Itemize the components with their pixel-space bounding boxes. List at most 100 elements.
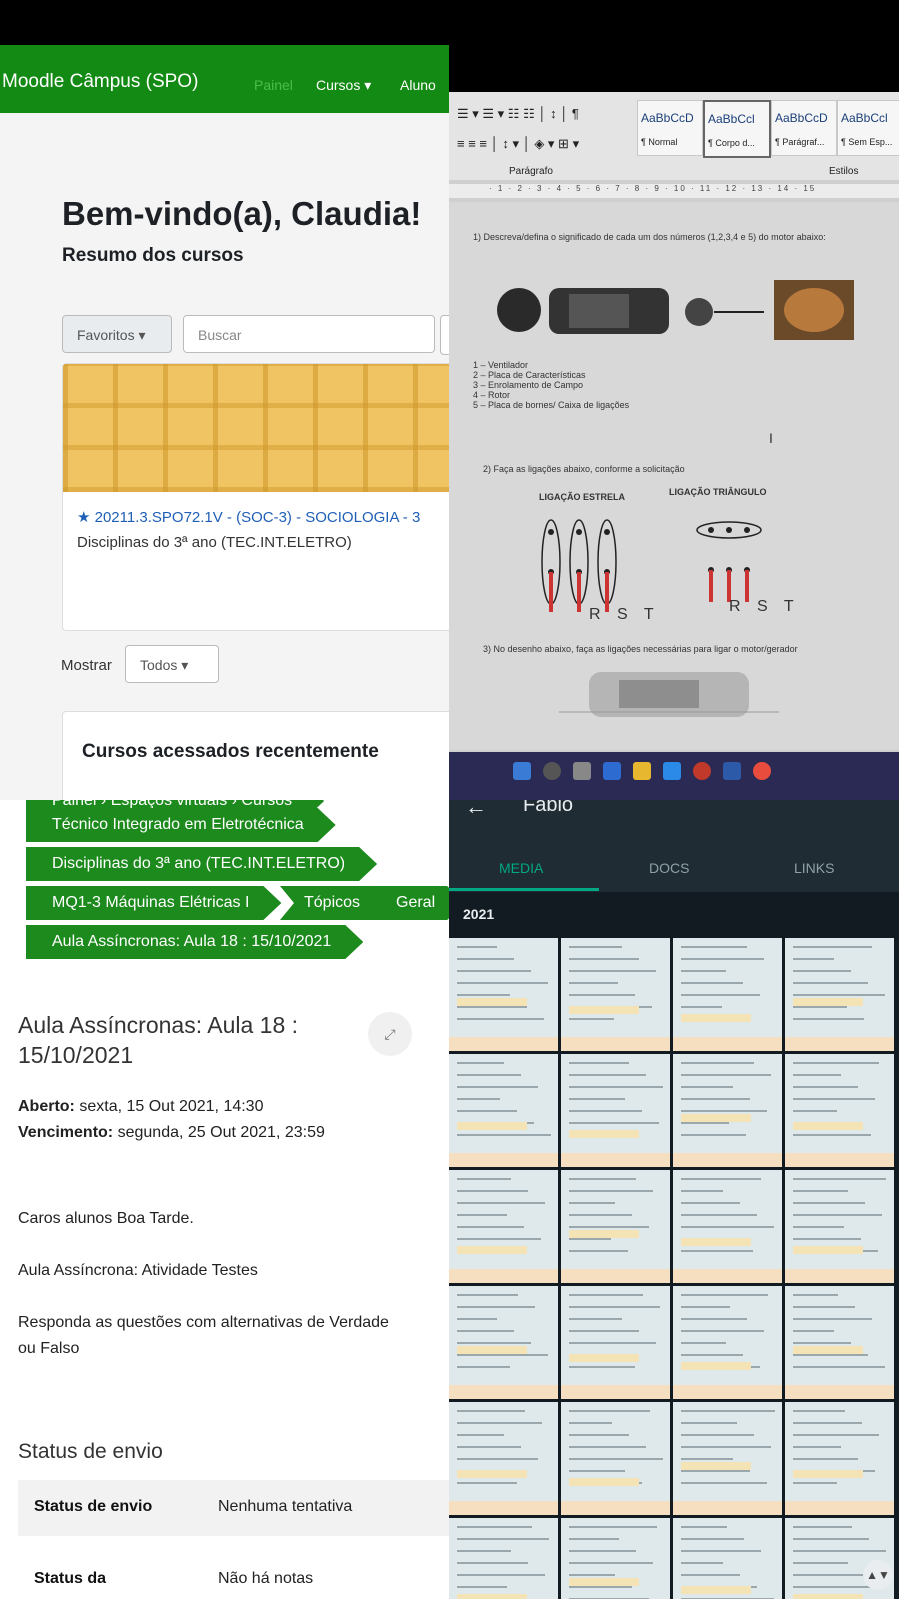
task-view-icon[interactable] [573,762,591,780]
breadcrumb-item[interactable]: Painel [52,800,96,809]
breadcrumb-subject[interactable]: MQ1-3 Máquinas Elétricas I [26,886,281,920]
file-explorer-icon[interactable] [633,762,651,780]
media-thumbnail[interactable] [673,1054,782,1167]
course-link[interactable]: ★ 20211.3.SPO72.1V - (SOC-3) - SOCIOLOGI… [77,508,420,526]
activity-text: Aula Assíncrona: Atividade Testes [18,1262,258,1279]
fullscreen-icon[interactable]: ⤢ [368,1012,412,1056]
breadcrumb-category[interactable]: Disciplinas do 3ª ano (TEC.INT.ELETRO) [26,847,377,881]
active-tab-indicator [449,888,599,891]
search-input[interactable]: Buscar [183,315,435,353]
moodle-assignment-panel: Painel › Espaços virtuais › Cursos Técni… [0,800,449,1599]
search-icon[interactable] [543,762,561,780]
media-thumbnail[interactable] [449,938,558,1051]
site-brand[interactable]: Moodle Câmpus (SPO) [2,71,198,93]
media-thumbnail[interactable] [449,1170,558,1283]
whatsapp-media-panel: ← Fabio MEDIA DOCS LINKS 2021 ▲▼ [449,800,899,1599]
nav-painel[interactable]: Painel [254,77,293,93]
welcome-heading: Bem-vindo(a), Claudia! [62,195,422,232]
media-thumbnail[interactable] [673,1286,782,1399]
due-value: segunda, 25 Out 2021, 23:59 [117,1124,325,1141]
style-name: ¶ Corpo d... [708,138,755,148]
media-thumbnail[interactable] [785,1054,894,1167]
back-arrow-icon[interactable]: ← [465,800,487,820]
breadcrumb-item[interactable]: Cursos [241,800,292,809]
opened-date: Aberto: sexta, 15 Out 2021, 14:30 [18,1098,263,1116]
nav-cursos[interactable]: Cursos ▾ [316,77,371,94]
tab-links[interactable]: LINKS [794,860,834,876]
media-thumbnail[interactable] [785,1170,894,1283]
nav-aluno[interactable]: Aluno [400,77,436,93]
word-icon[interactable] [723,762,741,780]
breadcrumb-course[interactable]: Técnico Integrado em Eletrotécnica [26,808,336,842]
course-card[interactable]: ★ 20211.3.SPO72.1V - (SOC-3) - SOCIOLOGI… [62,363,449,631]
align-buttons-icon[interactable]: ≡ ≡ ≡ │ ↕ ▾ │ ◈ ▾ ⊞ ▾ [457,136,579,152]
scroll-button[interactable]: ▲▼ [863,1560,893,1590]
status-row-label: Status da [34,1570,107,1587]
course-category: Disciplinas do 3ª ano (TEC.INT.ELETRO) [77,534,352,551]
media-thumbnail[interactable] [449,1402,558,1515]
status-table-row [18,1536,449,1599]
tab-media[interactable]: MEDIA [499,860,543,876]
media-thumbnail[interactable] [561,1170,670,1283]
style-paragrafo[interactable]: AaBbCcD ¶ Parágraf... [771,100,837,156]
media-thumbnail[interactable] [449,1518,558,1599]
assignment-title: Aula Assíncronas: Aula 18 : 15/10/2021 [18,1012,299,1068]
sort-dropdown[interactable] [440,315,449,355]
contact-name: Fabio [523,800,574,816]
style-preview: AaBbCcl [841,111,888,125]
media-thumbnail[interactable] [785,1286,894,1399]
media-thumbnail[interactable] [561,1402,670,1515]
chrome-icon[interactable] [753,762,771,780]
word-document-panel: ☰ ▾ ☰ ▾ ☷ ☷ │ ↕ │ ¶ ≡ ≡ ≡ │ ↕ ▾ │ ◈ ▾ ⊞ … [449,92,899,800]
legend-item: 5 – Placa de bornes/ Caixa de ligações [473,400,630,410]
media-grid [449,938,899,1599]
course-image [63,364,449,492]
due-date: Vencimento: segunda, 25 Out 2021, 23:59 [18,1124,325,1142]
delta-phase-labels: R S T [729,598,800,615]
motor-generator-image [559,672,779,717]
app-icon[interactable] [693,762,711,780]
list-buttons-icon[interactable]: ☰ ▾ ☰ ▾ ☷ ☷ │ ↕ │ ¶ [457,106,579,122]
media-thumbnail[interactable] [673,1402,782,1515]
style-corpo[interactable]: AaBbCcl ¶ Corpo d... [703,100,771,158]
windows-start-icon[interactable] [513,762,531,780]
legend-item: 3 – Enrolamento de Campo [473,380,584,390]
question-3: 3) No desenho abaixo, faça as ligações n… [483,644,798,654]
style-normal[interactable]: AaBbCcD ¶ Normal [637,100,703,156]
media-thumbnail[interactable] [449,1286,558,1399]
document-page[interactable]: 1) Descreva/defina o significado de cada… [449,202,899,750]
question-1: 1) Descreva/defina o significado de cada… [473,232,826,242]
breadcrumb-item[interactable]: Espaços virtuais [111,800,228,809]
media-thumbnail[interactable] [449,1054,558,1167]
media-thumbnail[interactable] [561,1286,670,1399]
media-thumbnail[interactable] [673,938,782,1051]
tab-docs[interactable]: DOCS [649,860,689,876]
favorites-dropdown[interactable]: Favoritos ▾ [62,315,172,353]
style-name: ¶ Sem Esp... [841,137,893,147]
recent-courses-heading: Cursos acessados recentemente [82,741,379,762]
show-label: Mostrar [61,657,112,674]
show-dropdown[interactable]: Todos ▾ [125,645,219,683]
style-sem-espaco[interactable]: AaBbCcl ¶ Sem Esp... [837,100,899,156]
status-row-value: Não há notas [218,1570,314,1587]
media-thumbnail[interactable] [673,1518,782,1599]
breadcrumb-topics[interactable]: Tópicos [280,886,390,920]
navbar: Moodle Câmpus (SPO) Painel Cursos ▾ Alun… [0,45,449,113]
status-row-value: Nenhuma tentativa [218,1498,353,1515]
course-summary-heading: Resumo dos cursos [62,245,244,266]
breadcrumb-lesson[interactable]: Aula Assíncronas: Aula 18 : 15/10/2021 [26,925,363,959]
media-thumbnail[interactable] [785,938,894,1051]
legend-item: 1 – Ventilador [473,360,529,370]
media-thumbnail[interactable] [785,1402,894,1515]
widgets-icon[interactable] [603,762,621,780]
submission-status-heading: Status de envio [18,1440,163,1463]
media-thumbnail[interactable] [673,1170,782,1283]
moodle-dashboard-panel: Moodle Câmpus (SPO) Painel Cursos ▾ Alun… [0,45,449,800]
legend-item: 2 – Placa de Características [473,370,586,380]
star-phase-labels: R S T [589,606,660,623]
edge-icon[interactable] [663,762,681,780]
media-thumbnail[interactable] [561,1054,670,1167]
media-thumbnail[interactable] [561,938,670,1051]
delta-connection-label: LIGAÇÃO TRIÂNGULO [669,487,767,497]
media-thumbnail[interactable] [561,1518,670,1599]
